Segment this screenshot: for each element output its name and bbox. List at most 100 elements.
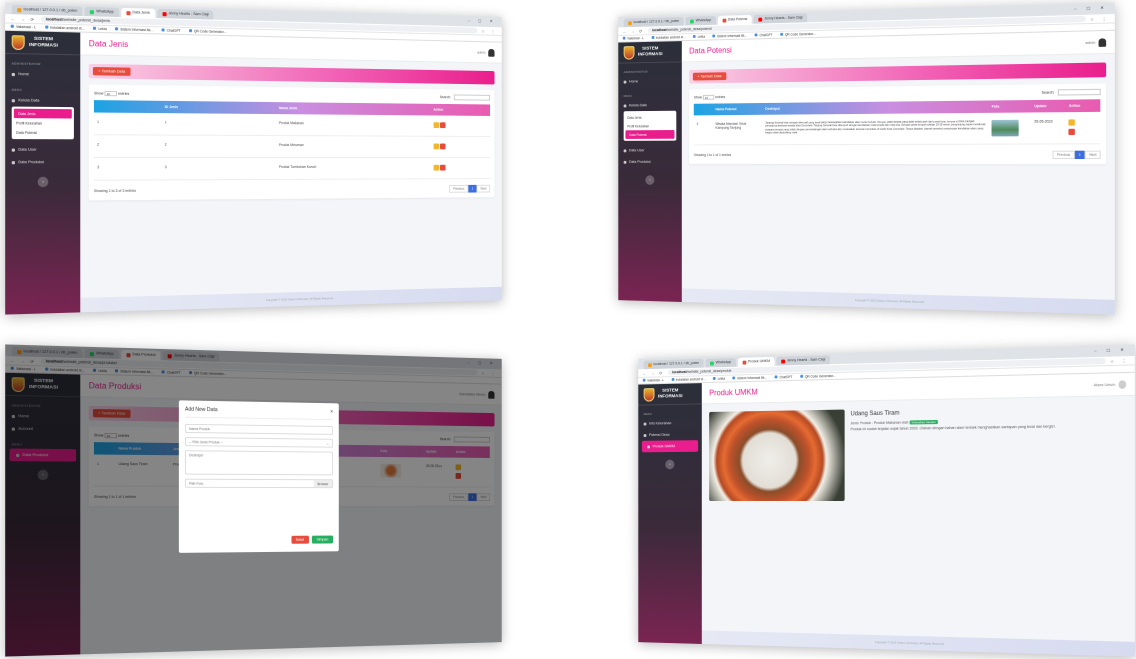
browser-tab-active[interactable]: Data Potensi bbox=[717, 14, 753, 25]
bookmark[interactable]: ChatGPT bbox=[775, 375, 792, 379]
bookmark[interactable]: QR Code Generator... bbox=[189, 29, 226, 34]
sidebar-toggle-icon[interactable]: ‹ bbox=[665, 459, 675, 470]
window-controls-icon[interactable]: – ▢ ✕ bbox=[1094, 347, 1128, 353]
delete-icon[interactable] bbox=[439, 143, 446, 150]
edit-icon[interactable] bbox=[433, 143, 439, 150]
sidebar-toggle-icon[interactable]: ‹ bbox=[37, 176, 49, 188]
table-info: Showing 1 to 1 of 1 entries bbox=[693, 153, 732, 158]
bookmark[interactable]: Vaksinasi - L bbox=[11, 25, 37, 30]
browser-tab[interactable]: localhost / 127.0.0.1 / db_poten bbox=[643, 358, 704, 370]
window-controls-icon[interactable]: – ▢ ✕ bbox=[468, 18, 497, 24]
browser-tab-active[interactable]: Data Jenis bbox=[120, 7, 156, 19]
table-header[interactable]: ID Jenis bbox=[162, 101, 276, 114]
submenu-item-jenis[interactable]: Data Jenis bbox=[13, 108, 72, 119]
sidebar-item-home[interactable]: Home bbox=[618, 75, 682, 88]
sidebar-item-user[interactable]: Data User bbox=[5, 143, 80, 156]
edit-icon[interactable] bbox=[1068, 119, 1076, 126]
submenu-item-potensi[interactable]: Data Potensi bbox=[12, 128, 74, 138]
pagination: Previous 1 Next bbox=[449, 184, 491, 193]
page-button[interactable]: 1 bbox=[1074, 150, 1085, 160]
jenis-produk-select[interactable]: -- Pilih Jenis Produk -- ⌄ bbox=[184, 437, 334, 448]
table-header[interactable]: Foto bbox=[989, 100, 1032, 113]
browser-tab[interactable]: localhost / 127.0.0.1 / db_poten bbox=[11, 4, 83, 17]
bookmark[interactable]: Indolatian android st... bbox=[651, 35, 686, 40]
bookmark[interactable]: Indolatian android st... bbox=[45, 25, 84, 31]
browser-tab[interactable]: WhatsApp bbox=[84, 6, 119, 18]
user-menu[interactable]: Akses Umum bbox=[1094, 379, 1127, 389]
bookmark[interactable]: Lekta bbox=[93, 27, 106, 31]
user-menu[interactable]: admin bbox=[1085, 37, 1107, 47]
deskripsi-textarea[interactable]: Deskripsi bbox=[184, 450, 334, 476]
foto-file-input[interactable]: Pilih Foto Browse bbox=[184, 478, 334, 489]
bookmark[interactable]: Sistem Informasi Ak... bbox=[712, 34, 747, 39]
delete-icon[interactable] bbox=[439, 164, 446, 171]
browser-tab[interactable]: Jenny Hearts - Sam Claji bbox=[157, 8, 214, 20]
browse-button[interactable]: Browse bbox=[313, 480, 333, 488]
prev-button[interactable]: Previous bbox=[1052, 150, 1075, 160]
submenu-item-jenis[interactable]: Data Jenis bbox=[624, 113, 677, 122]
search-input[interactable] bbox=[1057, 88, 1101, 96]
browser-tab[interactable]: Jenny Hearts - Sam Claji bbox=[776, 355, 830, 366]
sidebar-item-kelola-data[interactable]: Kelola Data bbox=[5, 94, 80, 107]
submenu-item-potensi[interactable]: Data Potensi bbox=[625, 130, 675, 139]
sidebar-item-info-kelurahan[interactable]: Info Kelurahan bbox=[638, 417, 702, 430]
browser-tools-icon[interactable]: ☆ ⋮ bbox=[1090, 16, 1109, 22]
action-bar: + Tambah Data bbox=[689, 62, 1107, 84]
browser-tab[interactable]: WhatsApp bbox=[705, 357, 736, 368]
entries-select[interactable]: 10 bbox=[104, 90, 118, 96]
next-button[interactable]: Next bbox=[476, 184, 491, 193]
sidebar-toggle-icon[interactable]: ‹ bbox=[645, 175, 655, 185]
table-header[interactable] bbox=[694, 104, 713, 116]
sidebar-item-produk-umkm[interactable]: Produk UMKM bbox=[641, 440, 699, 453]
entries-select[interactable]: 10 bbox=[703, 94, 715, 100]
bookmark[interactable]: ChatGPT bbox=[755, 33, 772, 37]
bookmark[interactable]: Sistem Informasi Ak... bbox=[732, 376, 767, 381]
browser-tools-icon[interactable]: ☆ ⋮ bbox=[1110, 358, 1129, 364]
bookmark[interactable]: Indolatian android st... bbox=[671, 377, 706, 382]
search-input[interactable] bbox=[453, 94, 491, 101]
browser-tab[interactable]: WhatsApp bbox=[685, 15, 716, 26]
sidebar-item-home[interactable]: Home bbox=[5, 68, 80, 82]
table-header[interactable] bbox=[94, 100, 162, 113]
edit-icon[interactable] bbox=[433, 164, 439, 171]
nav-arrows-icon[interactable]: ← → ⟳ bbox=[643, 370, 664, 375]
sidebar-item-kelola-data[interactable]: Kelola Data bbox=[618, 99, 682, 111]
submenu-item-profil[interactable]: Profil Kelurahan bbox=[624, 121, 677, 130]
bookmark[interactable]: Lekta bbox=[693, 35, 705, 39]
cancel-button[interactable]: Batal bbox=[291, 535, 309, 544]
edit-icon[interactable] bbox=[433, 122, 439, 129]
browser-tab[interactable]: localhost / 127.0.0.1 / db_poten bbox=[623, 16, 684, 28]
save-button[interactable]: Simpan bbox=[311, 535, 334, 544]
browser-tools-icon[interactable]: ☆ ⋮ bbox=[481, 28, 497, 33]
map-icon bbox=[643, 433, 647, 437]
prev-button[interactable]: Previous bbox=[449, 184, 469, 193]
browser-tab-active[interactable]: Produk UMKM bbox=[737, 356, 775, 367]
sidebar-item-user[interactable]: Data User bbox=[618, 144, 682, 156]
bookmark[interactable]: QR Code Generator... bbox=[800, 374, 836, 379]
nama-produk-input[interactable]: Nama Produk bbox=[184, 423, 334, 435]
bookmark[interactable]: Vaksinasi - L bbox=[623, 36, 644, 40]
table-header[interactable]: Nama Potensi bbox=[713, 103, 763, 115]
sidebar-item-produksi[interactable]: Data Produksi bbox=[5, 156, 80, 169]
window-controls-icon[interactable]: – ▢ ✕ bbox=[1074, 5, 1108, 11]
add-data-button[interactable]: + Tambah Data bbox=[692, 72, 727, 81]
sidebar-item-produksi[interactable]: Data Produksi bbox=[618, 156, 682, 168]
nav-arrows-icon[interactable]: ← → ⟳ bbox=[11, 16, 36, 22]
bookmark[interactable]: ChatGPT bbox=[162, 28, 181, 33]
table-header[interactable]: Update bbox=[1031, 100, 1066, 113]
add-data-button[interactable]: + Tambah Data bbox=[92, 67, 131, 76]
bookmark[interactable]: QR Code Generator... bbox=[780, 32, 816, 37]
submenu-item-profil[interactable]: Profil Kelurahan bbox=[12, 118, 74, 128]
user-menu[interactable]: admin bbox=[477, 48, 495, 57]
browser-tab[interactable]: Jenny Hearts - Sam Claji bbox=[753, 13, 808, 24]
bookmark[interactable]: Vaksinasi - L bbox=[643, 378, 664, 382]
next-button[interactable]: Next bbox=[1084, 150, 1101, 160]
delete-icon[interactable] bbox=[439, 122, 446, 129]
sidebar-item-potensi-desa[interactable]: Potensi Desa bbox=[638, 429, 702, 441]
nav-arrows-icon[interactable]: ← → ⟳ bbox=[623, 28, 644, 33]
delete-icon[interactable] bbox=[1068, 128, 1076, 136]
close-icon[interactable]: × bbox=[330, 409, 333, 415]
bookmark[interactable]: Sistem Informasi Ak... bbox=[115, 27, 153, 32]
page-button[interactable]: 1 bbox=[468, 184, 477, 193]
bookmark[interactable]: Lekta bbox=[713, 377, 725, 381]
